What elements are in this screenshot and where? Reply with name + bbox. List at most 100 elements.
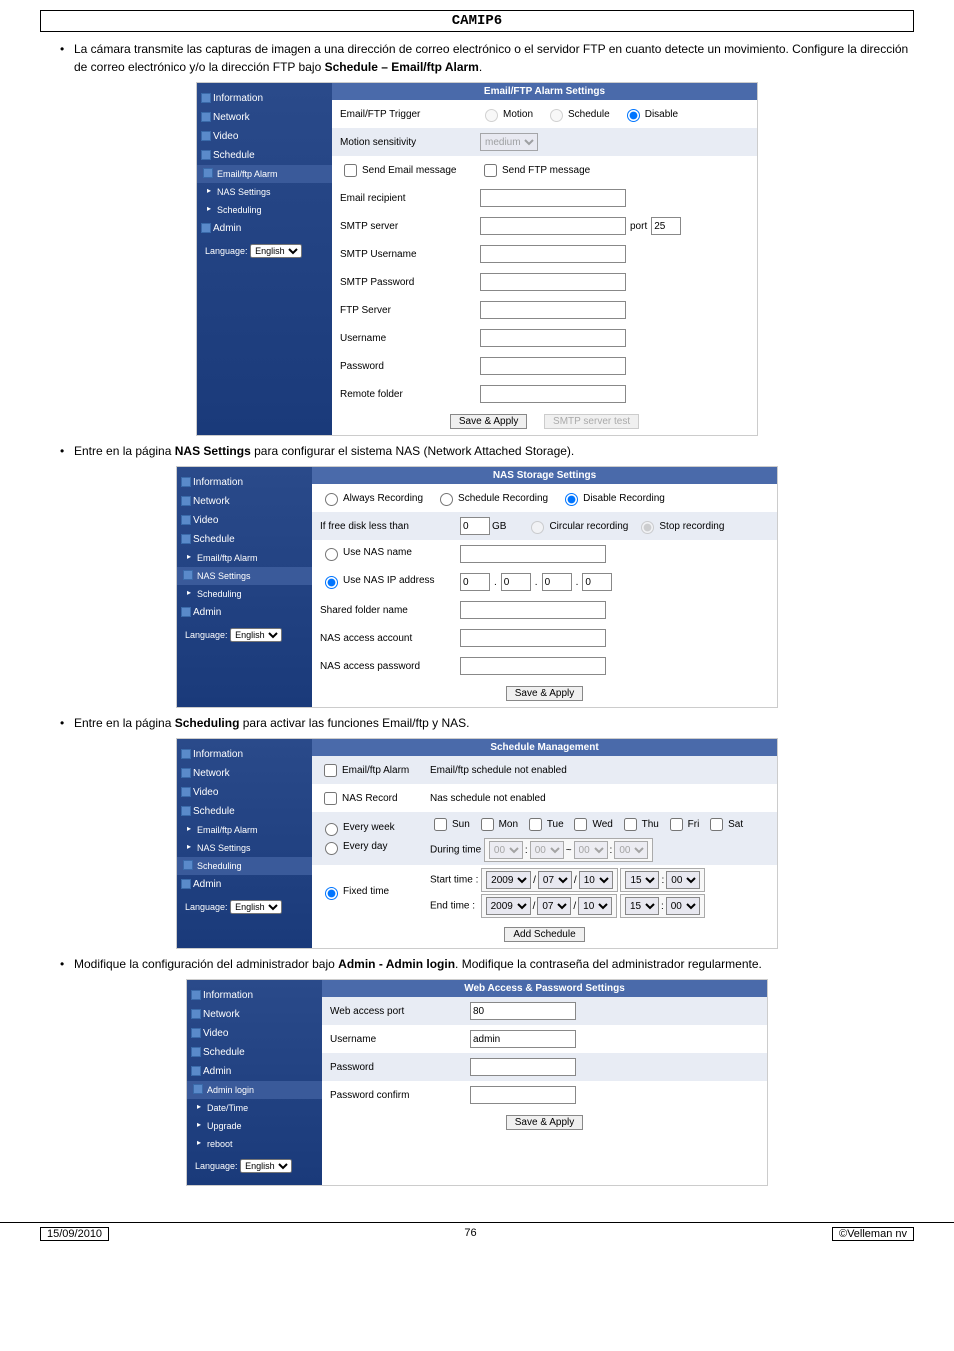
sidebar-item-admin[interactable]: Admin [197,219,332,238]
smtp-user-input[interactable] [480,245,626,263]
ftp-server-input[interactable] [480,301,626,319]
lang-select[interactable]: English [240,1159,292,1173]
radio-sched-rec[interactable]: Schedule Recording [435,490,548,506]
account-input[interactable] [460,629,606,647]
radio-nas-name[interactable]: Use NAS name [320,545,412,561]
sidebar-sub-admin-login[interactable]: Admin login [187,1081,322,1099]
sidebar-sub-nas[interactable]: NAS Settings [177,839,312,857]
sidebar-item-schedule[interactable]: Schedule [187,1043,322,1062]
sidebar-item-information[interactable]: Information [177,745,312,764]
ip-oct-4[interactable] [582,573,612,591]
web-port-input[interactable] [470,1002,576,1020]
sidebar-item-network[interactable]: Network [197,108,332,127]
sidebar-sub-reboot[interactable]: reboot [187,1135,322,1153]
sidebar-item-network[interactable]: Network [177,492,312,511]
sidebar-item-video[interactable]: Video [197,127,332,146]
lang-select[interactable]: English [250,244,302,258]
sidebar-item-video[interactable]: Video [177,511,312,530]
radio-disable[interactable]: Disable [622,106,678,122]
check-tue[interactable]: Tue [525,815,564,834]
end-min[interactable]: 00 [666,897,700,915]
sidebar-sub-nas[interactable]: NAS Settings [197,183,332,201]
radio-every-day[interactable]: Every day [320,839,387,855]
smtp-pass-input[interactable] [480,273,626,291]
smtp-test-button[interactable]: SMTP server test [544,414,639,429]
radio-always[interactable]: Always Recording [320,490,423,506]
check-wed[interactable]: Wed [570,815,612,834]
sidebar-item-schedule[interactable]: Schedule [177,802,312,821]
sidebar-item-schedule[interactable]: Schedule [177,530,312,549]
save-apply-button[interactable]: Save & Apply [506,1115,583,1130]
lang-select[interactable]: English [230,628,282,642]
check-sun[interactable]: Sun [430,815,470,834]
sidebar-item-information[interactable]: Information [197,89,332,108]
radio-circular[interactable]: Circular recording [526,518,628,534]
radio-every-week[interactable]: Every week [320,820,395,836]
check-sat[interactable]: Sat [706,815,743,834]
sidebar-sub-scheduling[interactable]: Scheduling [177,857,312,875]
start-min[interactable]: 00 [666,871,700,889]
admin-pass-input[interactable] [470,1058,576,1076]
start-hour[interactable]: 15 [625,871,659,889]
sidebar-item-admin[interactable]: Admin [187,1062,322,1081]
sidebar-item-information[interactable]: Information [177,473,312,492]
sidebar-item-admin[interactable]: Admin [177,875,312,894]
end-month[interactable]: 07 [537,897,571,915]
check-email-alarm[interactable]: Email/ftp Alarm [320,761,409,780]
recipient-input[interactable] [480,189,626,207]
sidebar-item-video[interactable]: Video [177,783,312,802]
password-input[interactable] [480,357,626,375]
add-schedule-button[interactable]: Add Schedule [504,927,584,942]
port-input[interactable] [651,217,681,235]
save-apply-button[interactable]: Save & Apply [450,414,527,429]
sidebar-sub-nas[interactable]: NAS Settings [177,567,312,585]
end-day[interactable]: 10 [578,897,612,915]
during-m2[interactable]: 00 [614,841,648,859]
end-hour[interactable]: 15 [625,897,659,915]
sidebar-item-network[interactable]: Network [177,764,312,783]
shared-input[interactable] [460,601,606,619]
sidebar-sub-email-alarm[interactable]: Email/ftp Alarm [177,821,312,839]
sidebar-item-information[interactable]: Information [187,986,322,1005]
admin-user-input[interactable] [470,1030,576,1048]
save-apply-button[interactable]: Save & Apply [506,686,583,701]
sidebar-item-admin[interactable]: Admin [177,603,312,622]
send-email-check[interactable]: Send Email message [340,161,457,180]
sidebar-sub-scheduling[interactable]: Scheduling [177,585,312,603]
start-day[interactable]: 10 [579,871,613,889]
check-nas-record[interactable]: NAS Record [320,789,398,808]
lang-select[interactable]: English [230,900,282,914]
sidebar-sub-scheduling[interactable]: Scheduling [197,201,332,219]
sidebar-sub-upgrade[interactable]: Upgrade [187,1117,322,1135]
send-ftp-check[interactable]: Send FTP message [480,161,590,180]
disk-input[interactable] [460,517,490,535]
ip-oct-2[interactable] [501,573,531,591]
remote-input[interactable] [480,385,626,403]
during-h1[interactable]: 00 [489,841,523,859]
check-mon[interactable]: Mon [477,815,518,834]
sidebar-item-video[interactable]: Video [187,1024,322,1043]
smtp-server-input[interactable] [480,217,626,235]
check-fri[interactable]: Fri [666,815,700,834]
ip-oct-1[interactable] [460,573,490,591]
check-thu[interactable]: Thu [620,815,659,834]
start-month[interactable]: 07 [538,871,572,889]
sidebar-item-network[interactable]: Network [187,1005,322,1024]
end-year[interactable]: 2009 [486,897,531,915]
username-input[interactable] [480,329,626,347]
radio-schedule[interactable]: Schedule [545,106,610,122]
sidebar-sub-email-alarm[interactable]: Email/ftp Alarm [177,549,312,567]
radio-nas-ip[interactable]: Use NAS IP address [320,573,435,589]
admin-confirm-input[interactable] [470,1086,576,1104]
radio-disable-rec[interactable]: Disable Recording [560,490,665,506]
sidebar-item-schedule[interactable]: Schedule [197,146,332,165]
during-h2[interactable]: 00 [574,841,608,859]
start-year[interactable]: 2009 [486,871,531,889]
nas-pass-input[interactable] [460,657,606,675]
sidebar-sub-datetime[interactable]: Date/Time [187,1099,322,1117]
radio-motion[interactable]: Motion [480,106,533,122]
ip-oct-3[interactable] [542,573,572,591]
during-m1[interactable]: 00 [530,841,564,859]
sensitivity-select[interactable]: medium [480,133,538,151]
nas-name-input[interactable] [460,545,606,563]
